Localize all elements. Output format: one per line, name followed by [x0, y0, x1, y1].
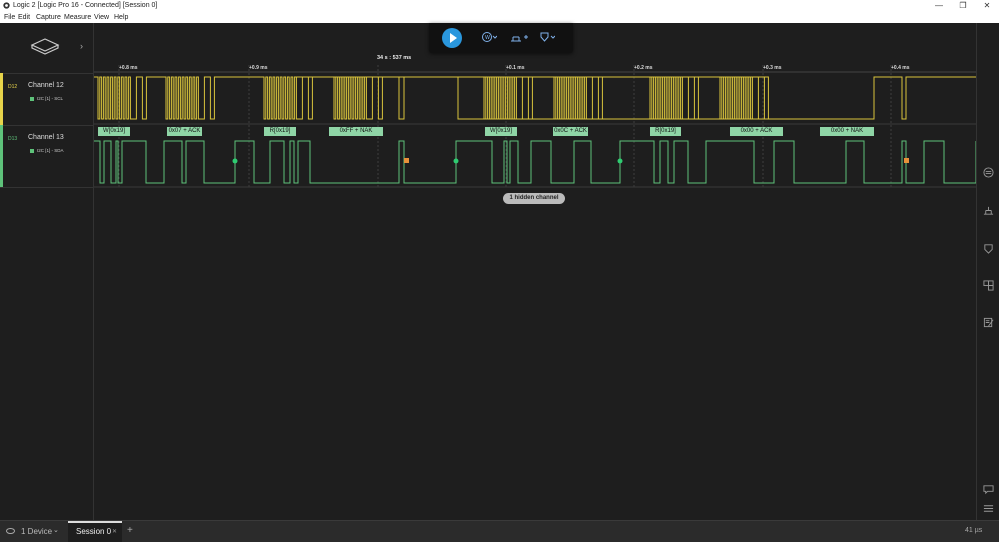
right-sidebar — [976, 23, 999, 520]
waveform-area[interactable] — [94, 23, 976, 520]
channel-id: D12 — [8, 84, 18, 90]
decoded-frame[interactable]: 0x00 + NAK — [820, 127, 874, 136]
zoom-level: 41 µs — [965, 527, 983, 534]
measure-icon[interactable] — [509, 31, 529, 45]
analyzer-tag[interactable]: I2C [1] - SDA — [30, 148, 64, 153]
notes-icon[interactable] — [983, 317, 994, 328]
session-tab-label: Session 0 — [76, 527, 112, 536]
stop-marker-icon — [904, 158, 909, 163]
svg-text:W: W — [485, 35, 490, 41]
waveform-canvas[interactable] — [94, 23, 976, 520]
hidden-channels-button[interactable]: 1 hidden channel — [503, 193, 565, 204]
trigger-icon[interactable]: W — [481, 31, 498, 45]
close-button[interactable]: ✕ — [975, 0, 999, 12]
time-tick-label: +0.9 ms — [249, 65, 268, 71]
device-icon — [30, 38, 60, 55]
minimize-button[interactable]: — — [927, 0, 951, 12]
device-small-icon — [6, 528, 15, 534]
channel-row-13[interactable]: D13 Channel 13 I2C [1] - SDA — [0, 125, 93, 188]
cursor-time-label: 34 s : 537 ms — [377, 55, 412, 61]
title-bar: Logic 2 [Logic Pro 16 - Connected] [Sess… — [0, 0, 999, 12]
tab-session-0[interactable]: Session 0 ✕ — [68, 521, 122, 542]
channel-panel: › D12 Channel 12 I2C [1] - SCL D13 Chann… — [0, 23, 94, 520]
start-marker-icon — [453, 158, 459, 164]
analyzer-tag[interactable]: I2C [1] - SCL — [30, 96, 63, 101]
decoded-frame[interactable]: 0x0C + ACK — [553, 127, 588, 136]
decoded-frame[interactable]: 0x00 + ACK — [730, 127, 783, 136]
chevron-right-icon[interactable]: › — [80, 41, 83, 51]
menu-measure[interactable]: Measure — [64, 13, 91, 22]
close-tab-icon[interactable]: ✕ — [112, 528, 117, 535]
menu-edit[interactable]: Edit — [18, 13, 30, 22]
channel-name[interactable]: Channel 13 — [28, 134, 64, 141]
channel-13-waveform — [94, 140, 976, 184]
device-tab[interactable]: 1 Device ⌄ — [0, 521, 65, 542]
device-count-label: 1 Device — [21, 527, 53, 536]
bottom-bar: 1 Device ⌄ Session 0 ✕ + 41 µs — [0, 520, 999, 542]
decoded-frame[interactable]: W[0x19] — [485, 127, 517, 136]
channel-row-12[interactable]: D12 Channel 12 I2C [1] - SCL — [0, 73, 93, 126]
extensions-icon[interactable] — [983, 280, 994, 291]
analyzers-icon[interactable] — [983, 167, 994, 178]
time-tick-label: +0.1 ms — [506, 65, 525, 71]
decoded-frame[interactable]: 0x07 + ACK — [167, 127, 202, 136]
decoded-frame[interactable]: W[0x19] — [98, 127, 130, 136]
i2c-markers — [232, 158, 909, 164]
start-marker-icon — [617, 158, 623, 164]
capture-toolbar: W — [429, 23, 573, 53]
menu-file[interactable]: File — [4, 13, 15, 22]
start-marker-icon — [232, 158, 238, 164]
channel-color-bar — [0, 73, 3, 125]
channel-id: D13 — [8, 136, 18, 142]
add-session-button[interactable]: + — [127, 525, 133, 536]
analyzer-color-icon — [30, 97, 34, 101]
channel-12-waveform — [94, 76, 976, 120]
time-tick-label: +0.2 ms — [634, 65, 653, 71]
time-tick-label: +0.8 ms — [119, 65, 138, 71]
menu-help[interactable]: Help — [114, 13, 128, 22]
analyzer-color-icon — [30, 149, 34, 153]
time-tick-label: +0.4 ms — [891, 65, 910, 71]
decoded-frame[interactable]: R[0x19] — [264, 127, 296, 136]
menu-icon[interactable] — [983, 503, 994, 514]
window-title: Logic 2 [Logic Pro 16 - Connected] [Sess… — [13, 2, 158, 9]
menu-capture[interactable]: Capture — [36, 13, 61, 22]
chevron-down-icon[interactable]: ⌄ — [53, 526, 59, 534]
marker-icon[interactable] — [539, 31, 556, 45]
feedback-icon[interactable] — [983, 484, 994, 495]
app-logo-icon — [3, 2, 10, 9]
timing-marker-icon[interactable] — [983, 205, 994, 216]
channel-name[interactable]: Channel 12 — [28, 82, 64, 89]
decoded-frame[interactable]: 0xFF + NAK — [329, 127, 383, 136]
channel-color-bar — [0, 125, 3, 187]
device-header[interactable]: › — [0, 23, 93, 74]
menu-view[interactable]: View — [94, 13, 109, 22]
decoded-frame[interactable]: R[0x19] — [650, 127, 681, 136]
maximize-button[interactable]: ❐ — [951, 0, 975, 12]
time-tick-label: +0.3 ms — [763, 65, 782, 71]
annotations-icon[interactable] — [983, 243, 994, 254]
stop-marker-icon — [404, 158, 409, 163]
play-icon[interactable] — [442, 28, 462, 48]
